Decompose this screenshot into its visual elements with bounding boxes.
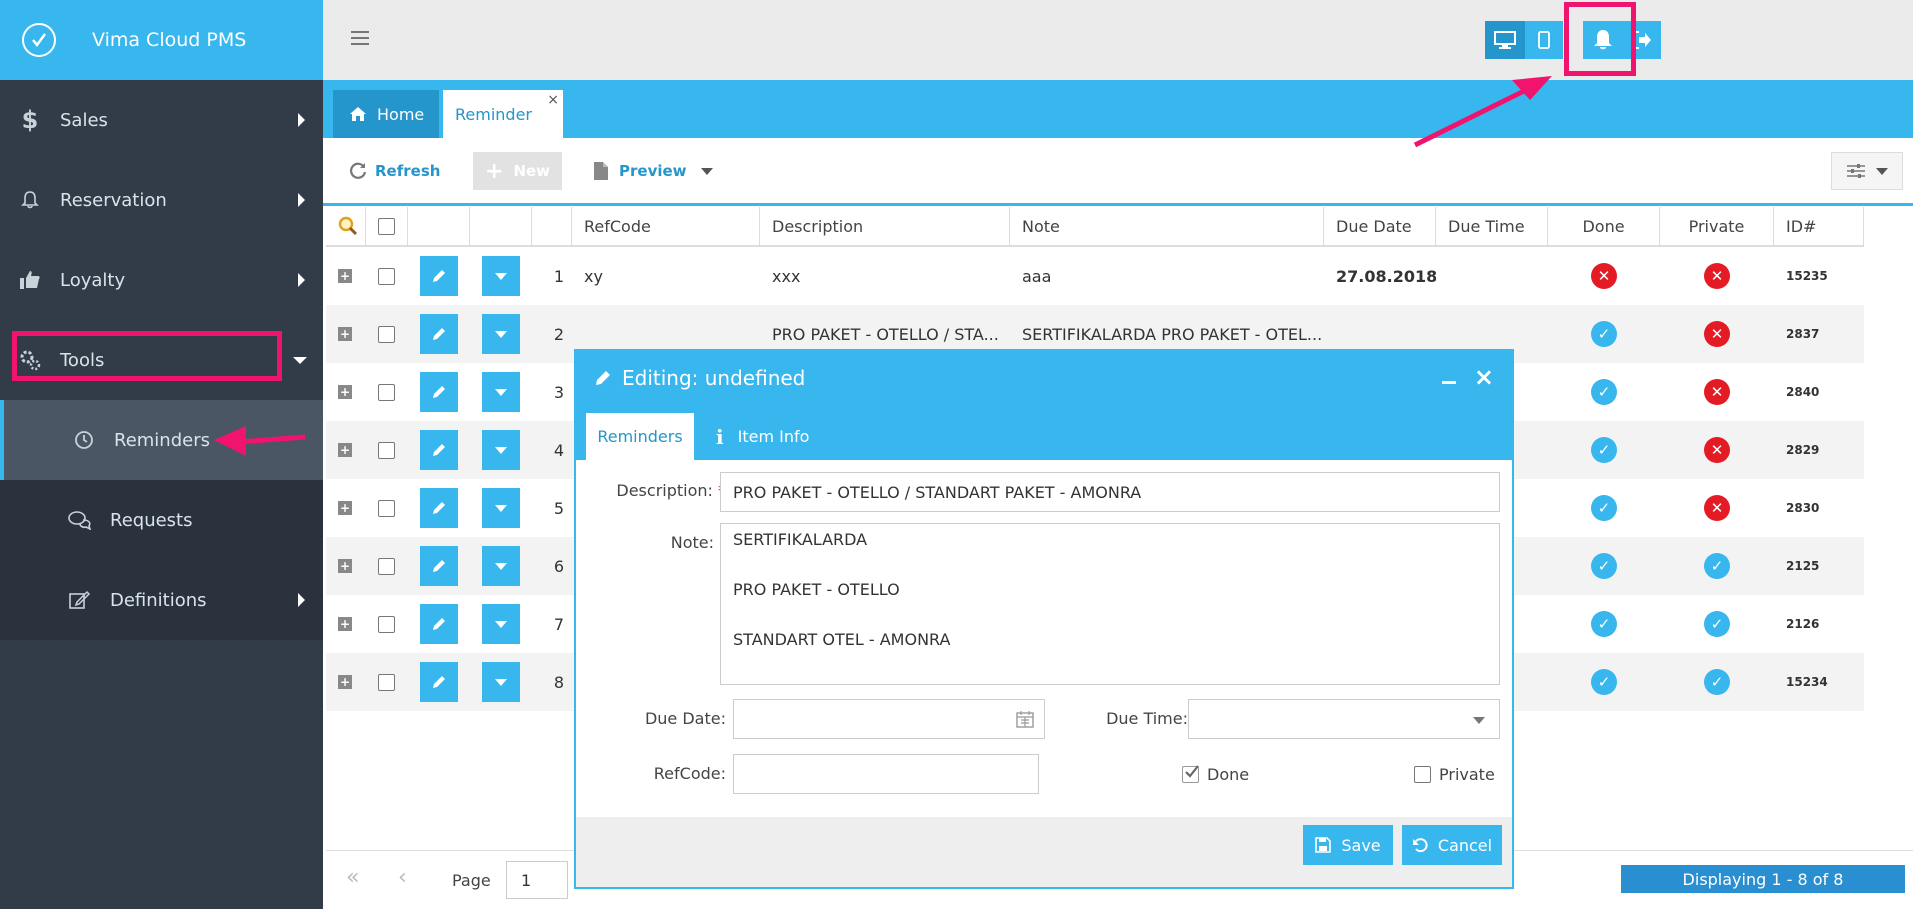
annotation-arrows: [214, 76, 1552, 456]
